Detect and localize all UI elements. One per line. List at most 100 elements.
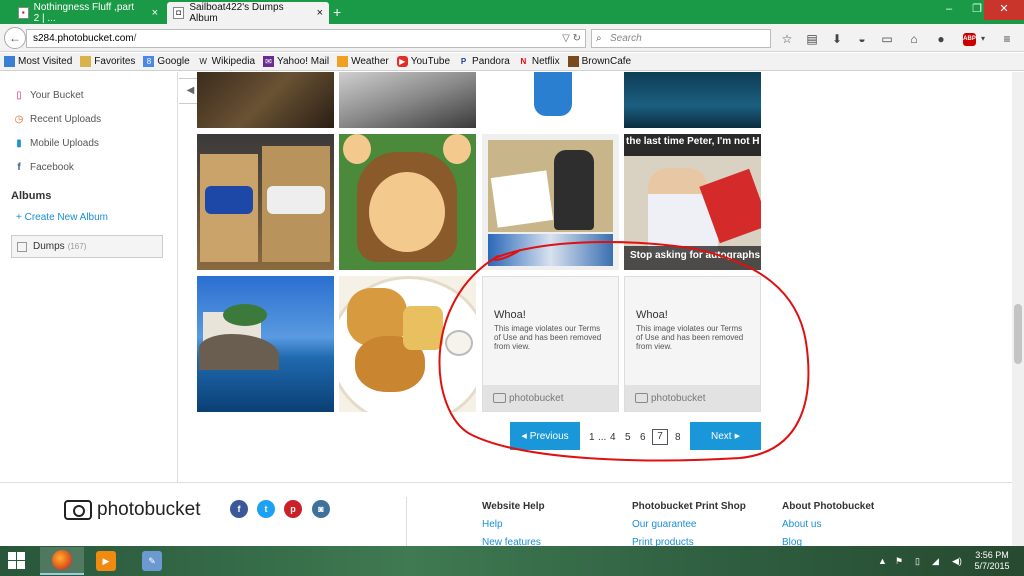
new-tab-icon[interactable]: + [333, 4, 341, 20]
bookmark-youtube[interactable]: ▶ YouTube [396, 56, 450, 67]
private-mask-icon[interactable]: ◒ [855, 32, 869, 46]
chevron-left-icon: ◀ [521, 433, 527, 440]
battery-icon[interactable]: ▯ [915, 556, 920, 567]
page-ellipsis: ... [598, 432, 607, 443]
photobucket-logo[interactable]: photobucket [64, 499, 201, 521]
removed-image-placeholder[interactable]: Whoa! This image violates our Terms of U… [624, 276, 761, 412]
bookmark-browncafe[interactable]: BrownCafe [567, 56, 632, 67]
footer-link-print-products[interactable]: Print products [632, 537, 694, 546]
meme-caption-top: the last time Peter, I'm not H [626, 136, 760, 147]
close-tab-icon[interactable]: × [317, 7, 323, 19]
watermark-text: photobucket [651, 392, 706, 404]
sidebar-item-facebook[interactable]: f Facebook [14, 162, 74, 173]
twitter-icon[interactable]: t [257, 500, 275, 518]
next-page-button[interactable]: Next ▶ [690, 422, 761, 450]
tab-nothingness-fluff[interactable]: ▪ Nothingness Fluff ,part 2 | ... × [12, 2, 164, 24]
tray-overflow-icon[interactable]: ▲ [878, 556, 887, 566]
instagram-icon[interactable]: ◙ [312, 500, 330, 518]
sidebar-item-mobile-uploads[interactable]: ▮ Mobile Uploads [14, 138, 99, 149]
back-arrow-icon[interactable]: ← [4, 27, 26, 49]
bookmark-netflix[interactable]: N Netflix [518, 56, 559, 67]
sidebar-item-your-bucket[interactable]: ▯ Your Bucket [14, 90, 83, 101]
photo-thumbnail[interactable] [339, 72, 476, 128]
page-link-5[interactable]: 5 [625, 432, 631, 443]
photo-thumbnail[interactable] [482, 72, 619, 128]
photo-thumbnail[interactable] [339, 276, 476, 412]
pinterest-icon[interactable]: p [284, 500, 302, 518]
taskbar-clock[interactable]: 3:56 PM 5/7/2015 [970, 550, 1014, 572]
photo-thumbnail[interactable] [624, 72, 761, 128]
photo-thumbnail[interactable] [197, 72, 334, 128]
site-footer: photobucket f t p ◙ Website Help Help Ne… [0, 482, 1024, 546]
page-link-4[interactable]: 4 [610, 432, 616, 443]
page-favicon-icon: ▪ [18, 7, 29, 19]
removed-message: This image violates our Terms of Use and… [636, 324, 744, 351]
watermark-text: photobucket [509, 392, 564, 404]
chevron-down-icon[interactable]: ▾ [976, 32, 990, 46]
page-current-7: 7 [652, 429, 668, 445]
bookmark-pandora[interactable]: P Pandora [458, 56, 510, 67]
footer-link-new-features[interactable]: New features [482, 537, 541, 546]
search-input[interactable]: ⌕ Search [591, 29, 771, 48]
photo-thumbnail[interactable] [482, 134, 619, 270]
page-link-6[interactable]: 6 [640, 432, 646, 443]
bookmark-label: BrownCafe [581, 56, 632, 67]
youtube-icon: ▶ [396, 56, 408, 67]
footer-link-about-us[interactable]: About us [782, 519, 821, 530]
close-window-icon[interactable]: ✕ [984, 0, 1024, 20]
action-center-flag-icon[interactable]: ⚑ [895, 556, 903, 567]
sidebar: ▯ Your Bucket ◷ Recent Uploads ▮ Mobile … [0, 72, 178, 482]
scrollbar-thumb[interactable] [1014, 304, 1022, 364]
close-tab-icon[interactable]: × [152, 7, 158, 19]
photo-thumbnail[interactable] [339, 134, 476, 270]
create-new-album-link[interactable]: + Create New Album [16, 212, 108, 223]
reader-view-icon[interactable]: ▭ [880, 32, 894, 46]
bookmark-wikipedia[interactable]: W Wikipedia [198, 56, 255, 67]
wifi-icon[interactable]: ◢ [932, 556, 939, 567]
taskbar-media-player[interactable]: ▶ [84, 547, 128, 575]
bookmark-favorites[interactable]: Favorites [80, 56, 135, 67]
album-dumps[interactable]: Dumps (167) [11, 235, 163, 258]
reload-icon[interactable]: ↻ [573, 33, 581, 44]
bookmark-star-icon[interactable]: ☆ [780, 32, 794, 46]
sidebar-item-recent-uploads[interactable]: ◷ Recent Uploads [14, 114, 102, 125]
page-link-1[interactable]: 1 [589, 432, 595, 443]
hamburger-menu-icon[interactable]: ≡ [1000, 32, 1014, 46]
volume-icon[interactable]: ◀) [952, 556, 962, 567]
footer-link-blog[interactable]: Blog [782, 537, 802, 546]
chat-icon[interactable]: ● [934, 32, 948, 46]
footer-link-help[interactable]: Help [482, 519, 503, 530]
windows-start-icon[interactable] [8, 552, 26, 570]
removed-message: This image violates our Terms of Use and… [494, 324, 602, 351]
media-player-icon: ▶ [96, 551, 116, 571]
bookmarks-menu-icon[interactable]: ▤ [805, 32, 819, 46]
taskbar-firefox[interactable] [40, 547, 84, 575]
home-icon[interactable]: ⌂ [907, 32, 921, 46]
adblock-plus-icon[interactable]: ABP [963, 33, 976, 46]
footer-link-our-guarantee[interactable]: Our guarantee [632, 519, 697, 530]
page-link-8[interactable]: 8 [675, 432, 681, 443]
page-scrollbar[interactable] [1012, 72, 1024, 546]
dropdown-arrow-icon[interactable]: ▽ [562, 33, 570, 44]
bookmark-most-visited[interactable]: Most Visited [4, 56, 72, 67]
photo-thumbnail[interactable] [197, 134, 334, 270]
minimize-icon[interactable]: – [934, 0, 964, 20]
sidebar-item-label: Recent Uploads [30, 114, 102, 125]
removed-image-placeholder[interactable]: Whoa! This image violates our Terms of U… [482, 276, 619, 412]
bookmark-label: Google [157, 56, 190, 67]
bookmark-weather[interactable]: Weather [337, 56, 389, 67]
url-host: s284.photobucket.com [33, 33, 134, 44]
page-icon [4, 56, 15, 67]
previous-page-button[interactable]: ◀ Previous [510, 422, 580, 450]
downloads-icon[interactable]: ⬇ [830, 32, 844, 46]
tab-dumps-album[interactable]: ◘ Sailboat422's Dumps Album × [167, 2, 329, 24]
search-placeholder: Search [610, 33, 642, 44]
url-bar[interactable]: s284.photobucket.com/ ▽ ↻ [26, 29, 586, 48]
bookmark-google[interactable]: 8 Google [143, 56, 190, 67]
bookmark-yahoo-mail[interactable]: ✉ Yahoo! Mail [263, 56, 329, 67]
photo-thumbnail[interactable] [197, 276, 334, 412]
folder-icon [80, 56, 92, 67]
meme-thumbnail[interactable]: the last time Peter, I'm not H Stop aski… [624, 134, 761, 270]
facebook-icon[interactable]: f [230, 500, 248, 518]
taskbar-paint[interactable]: ✎ [130, 547, 174, 575]
